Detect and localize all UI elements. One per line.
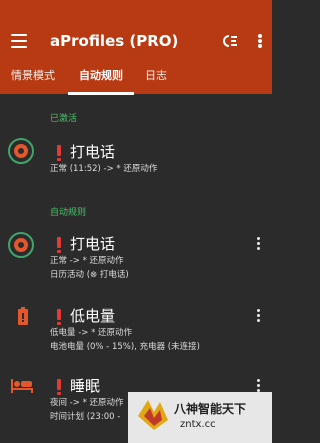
rule-action: 夜间 -> * 还原动作 xyxy=(50,398,124,408)
tab-bar: 情景模式 自动规则 日志 xyxy=(0,62,272,95)
profile-status-icon xyxy=(8,232,34,258)
watermark-text: 八神智能天下 xyxy=(174,402,247,416)
rule-condition: 日历活动 (⊗ 打电话) xyxy=(50,270,129,280)
rule-title: 睡眠 xyxy=(70,377,101,395)
rule-condition: 时间计划 (23:00 - xyxy=(50,412,121,422)
watermark: 八神智能天下 zntx.cc xyxy=(128,392,272,443)
rule-condition: 电池电量 (0% - 15%), 充电器 (未连接) xyxy=(50,342,200,352)
rule-title: 打电话 xyxy=(70,235,116,253)
tab-profiles[interactable]: 情景模式 xyxy=(0,62,66,94)
rule-title: 低电量 xyxy=(70,307,116,325)
profile-title: 打电话 xyxy=(70,143,116,161)
warning-icon xyxy=(56,379,62,395)
toolbar: aProfiles (PRO) xyxy=(0,22,272,62)
rule-card[interactable]: 低电量 低电量 -> * 还原动作 电池电量 (0% - 15%), 充电器 (… xyxy=(0,300,272,360)
rule-action: 低电量 -> * 还原动作 xyxy=(50,328,133,338)
battery-icon xyxy=(17,307,29,325)
app-title: aProfiles (PRO) xyxy=(50,32,179,50)
watermark-url: zntx.cc xyxy=(180,419,216,430)
rule-menu-icon[interactable] xyxy=(255,379,263,393)
watermark-logo-icon xyxy=(134,396,172,434)
rule-card[interactable]: 打电话 正常 -> * 还原动作 日历活动 (⊗ 打电话) xyxy=(0,226,272,286)
profile-status-icon xyxy=(8,138,34,164)
tab-log[interactable]: 日志 xyxy=(134,62,178,94)
rule-menu-icon[interactable] xyxy=(255,237,263,251)
rule-menu-icon[interactable] xyxy=(255,309,263,323)
warning-icon xyxy=(56,145,62,161)
warning-icon xyxy=(56,237,62,253)
active-profile-card[interactable]: 打电话 正常 (11:52) -> * 还原动作 xyxy=(0,130,272,186)
more-vert-icon[interactable] xyxy=(250,30,270,52)
rule-action: 正常 -> * 还原动作 xyxy=(50,256,124,266)
app-bar: aProfiles (PRO) 情景模式 自动规则 日志 xyxy=(0,0,272,95)
tab-auto-rules[interactable]: 自动规则 xyxy=(68,62,134,94)
bed-icon xyxy=(11,378,33,393)
profile-detail: 正常 (11:52) -> * 还原动作 xyxy=(50,164,158,174)
warning-icon xyxy=(56,309,62,325)
section-header-active: 已激活 xyxy=(50,114,78,124)
sort-icon[interactable] xyxy=(220,30,240,52)
menu-icon[interactable] xyxy=(11,34,27,48)
section-header-rules: 自动规则 xyxy=(50,208,87,218)
active-tab-indicator xyxy=(68,92,134,95)
